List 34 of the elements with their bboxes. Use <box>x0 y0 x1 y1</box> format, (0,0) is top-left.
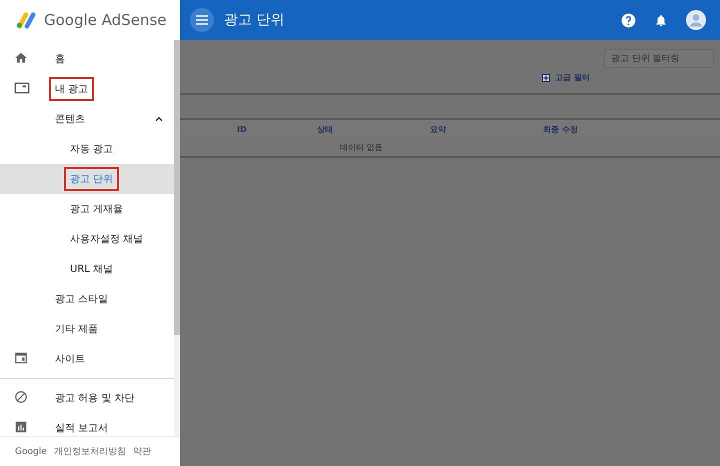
footer-link[interactable]: Google <box>15 446 47 456</box>
footer-link[interactable]: 약관 <box>132 445 151 458</box>
plus-icon[interactable] <box>542 74 550 82</box>
nav-item[interactable]: 내 광고 <box>0 74 174 104</box>
nav-item[interactable]: URL 채널 <box>0 254 174 284</box>
footer-link[interactable]: 개인정보처리방침 <box>54 445 126 458</box>
nav-item[interactable]: 자동 광고 <box>0 134 174 164</box>
nav-item[interactable]: 사이트 <box>0 344 174 374</box>
nav-item[interactable]: 콘텐츠 <box>0 104 174 134</box>
nav-item[interactable]: 사용자설정 채널 <box>0 224 174 254</box>
menu-button[interactable] <box>190 8 214 32</box>
avatar-icon[interactable] <box>686 10 706 30</box>
nav-item[interactable]: 광고 허용 및 차단 <box>0 383 174 413</box>
home-icon <box>14 51 28 65</box>
nav-item[interactable]: 광고 스타일 <box>0 284 174 314</box>
nav-item[interactable]: 홈 <box>0 44 174 74</box>
scrollbar[interactable] <box>174 40 180 436</box>
block-icon <box>14 390 28 404</box>
filter-field[interactable]: 광고 단위 필터링 <box>604 49 714 68</box>
nav-item[interactable]: 기타 제품 <box>0 314 174 344</box>
empty-message: 데이터 없음 <box>340 142 383 152</box>
page-title: 광고 단위 <box>224 11 286 29</box>
browser-icon <box>14 351 28 365</box>
help-icon[interactable] <box>621 12 636 28</box>
notification-icon[interactable] <box>654 12 668 28</box>
menu-icon[interactable] <box>196 15 208 25</box>
chevron-icon[interactable] <box>154 114 164 124</box>
brand-name: Google AdSense <box>44 11 166 29</box>
nav-item[interactable]: 실적 보고서 <box>0 413 174 436</box>
logo-icon <box>15 11 37 29</box>
nav-item[interactable]: 광고 단위 <box>0 164 174 194</box>
nav-item[interactable]: 광고 게재율 <box>0 194 174 224</box>
ad-icon <box>14 81 30 95</box>
bar-chart-icon <box>14 420 28 434</box>
